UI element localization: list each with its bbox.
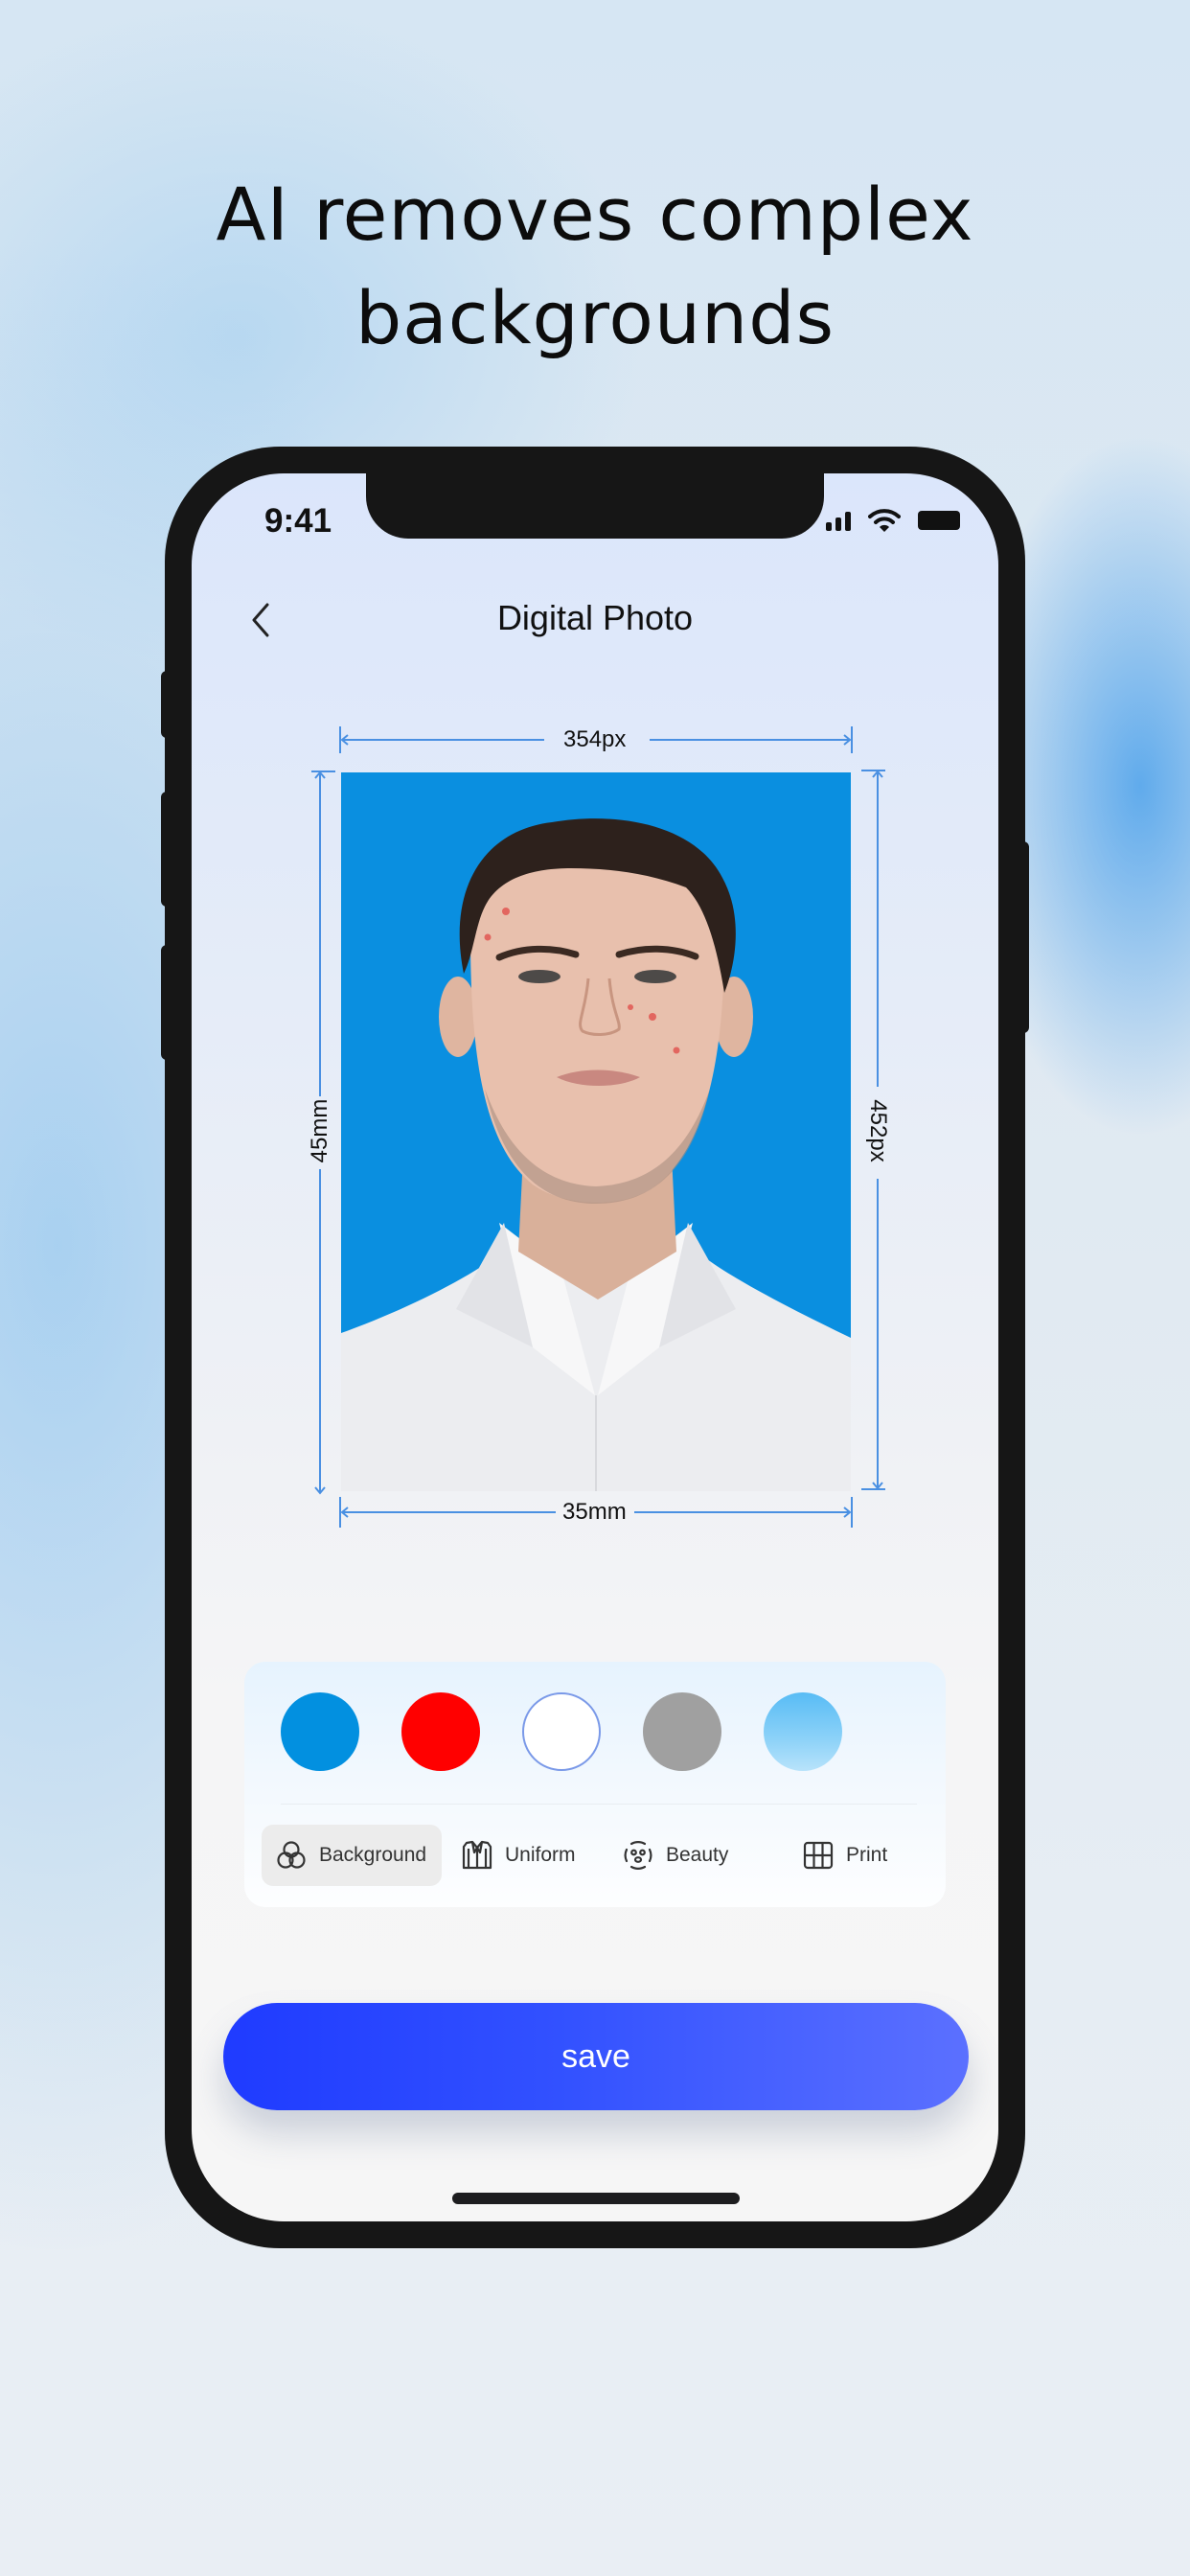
save-button[interactable]: save [223,2003,969,2110]
face-mask-icon [624,1841,652,1870]
swatch-blue[interactable] [281,1692,359,1771]
grid-icon [803,1841,834,1870]
panel-divider [281,1804,917,1805]
layers-circles-icon [277,1841,306,1869]
swatch-light-blue[interactable] [764,1692,842,1771]
swatch-red[interactable] [401,1692,480,1771]
tab-print-label: Print [846,1844,888,1866]
home-indicator [452,2193,740,2204]
portrait-image [341,818,851,1491]
suit-icon [462,1840,492,1870]
tab-uniform[interactable]: Uniform [447,1825,601,1886]
tab-background[interactable]: Background [262,1825,442,1886]
tab-background-label: Background [319,1844,427,1866]
editor-panel: Background Uniform Beauty Print [244,1662,946,1907]
swatch-gray[interactable] [643,1692,721,1771]
tab-beauty[interactable]: Beauty [608,1825,752,1886]
tab-beauty-label: Beauty [666,1844,729,1866]
headline-line-2: backgrounds [355,275,835,360]
width-px-label: 354px [563,726,627,752]
save-button-label: save [561,2037,630,2075]
width-mm-label: 35mm [562,1499,627,1525]
id-photo[interactable] [341,772,851,1491]
height-px-label: 452px [865,1099,891,1162]
background-color-swatches [281,1692,842,1771]
headline-line-1: AI removes complex [216,172,974,257]
swatch-white[interactable] [522,1692,601,1771]
phone-screen: 9:41 Digital Photo 354px 35mm 45mm 452px… [192,473,998,2221]
height-mm-label: 45mm [307,1098,332,1163]
tab-uniform-label: Uniform [505,1844,576,1866]
editor-tabs: Background Uniform Beauty Print [262,1825,932,1886]
tab-print[interactable]: Print [789,1825,913,1886]
headline: AI removes complex backgrounds [0,163,1190,370]
